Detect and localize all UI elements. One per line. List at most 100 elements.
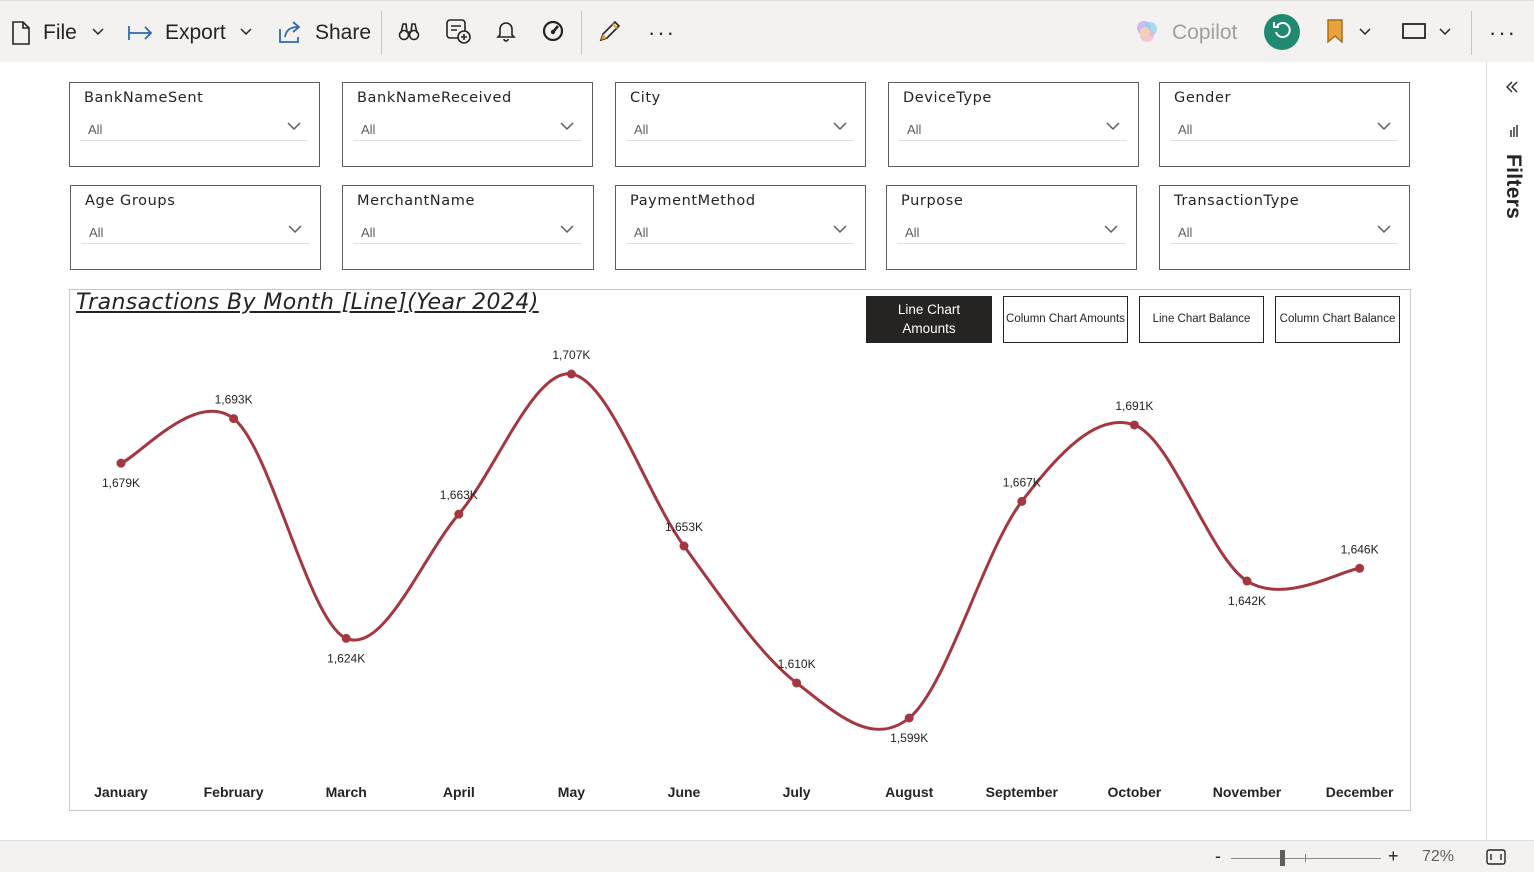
slicer-value: All bbox=[361, 122, 376, 137]
slicer-title: TransactionType bbox=[1174, 193, 1300, 209]
chevron-down-icon bbox=[1358, 24, 1372, 42]
slicer-dropdown[interactable]: All bbox=[353, 216, 581, 244]
slicer-dropdown[interactable]: All bbox=[626, 216, 854, 244]
reset-button[interactable] bbox=[1264, 14, 1300, 50]
share-button[interactable]: Share bbox=[277, 15, 371, 51]
slicer-title: Gender bbox=[1174, 90, 1232, 106]
chevron-down-icon bbox=[1103, 222, 1119, 240]
data-point[interactable] bbox=[904, 713, 914, 723]
data-point[interactable] bbox=[341, 633, 351, 643]
chevron-down-icon bbox=[832, 222, 848, 240]
slicer-dropdown[interactable]: All bbox=[81, 216, 309, 244]
data-label: 1,707K bbox=[552, 348, 590, 362]
slicer-dropdown[interactable]: All bbox=[899, 113, 1127, 141]
data-label: 1,624K bbox=[327, 651, 365, 665]
data-point[interactable] bbox=[116, 458, 126, 468]
data-label: 1,610K bbox=[778, 657, 816, 671]
file-menu[interactable]: File bbox=[10, 15, 105, 51]
x-tick-label: July bbox=[783, 784, 811, 800]
overflow-menu-button[interactable]: ··· bbox=[1489, 15, 1517, 51]
slicer-dropdown[interactable]: All bbox=[1170, 113, 1398, 141]
toolbar-divider bbox=[381, 11, 382, 55]
slicer-value: All bbox=[1178, 122, 1193, 137]
zoom-out-button[interactable]: - bbox=[1215, 846, 1221, 867]
edit-button[interactable] bbox=[597, 15, 623, 51]
x-tick-label: January bbox=[94, 784, 148, 800]
data-point[interactable] bbox=[1355, 563, 1365, 573]
data-label: 1,663K bbox=[440, 488, 478, 502]
copilot-button[interactable]: Copilot bbox=[1134, 15, 1237, 51]
data-point[interactable] bbox=[1242, 576, 1252, 586]
data-label: 1,642K bbox=[1228, 594, 1266, 608]
slicer-dropdown[interactable]: All bbox=[626, 113, 854, 141]
slicer-age-groups: Age Groups All bbox=[70, 185, 321, 270]
zoom-slider-track[interactable] bbox=[1231, 858, 1381, 859]
data-point[interactable] bbox=[1129, 420, 1139, 430]
zoom-in-button[interactable]: + bbox=[1388, 846, 1399, 867]
filters-pane-label[interactable]: Filters bbox=[1501, 154, 1525, 354]
export-label: Export bbox=[165, 21, 226, 44]
view-menu[interactable] bbox=[1401, 15, 1452, 51]
alerts-button[interactable] bbox=[495, 15, 517, 51]
more-options-button[interactable]: ··· bbox=[648, 15, 676, 51]
data-point[interactable] bbox=[1017, 496, 1027, 506]
toolbar-divider bbox=[581, 11, 582, 55]
top-toolbar: File Export Share ··· Copilot ··· bbox=[0, 0, 1534, 62]
data-point[interactable] bbox=[679, 541, 689, 551]
chevron-down-icon bbox=[832, 119, 848, 137]
line-chart-visual[interactable]: Transactions By Month [Line](Year 2024) … bbox=[69, 289, 1411, 811]
slicer-dropdown[interactable]: All bbox=[353, 113, 581, 141]
chevron-down-icon bbox=[287, 222, 303, 240]
slicer-value: All bbox=[907, 122, 922, 137]
data-label: 1,667K bbox=[1003, 475, 1041, 489]
file-label: File bbox=[43, 21, 77, 44]
slicer-banknamereceived: BankNameReceived All bbox=[342, 82, 593, 167]
bookmark-button[interactable] bbox=[1326, 15, 1372, 51]
data-point[interactable] bbox=[792, 678, 802, 688]
export-menu[interactable]: Export bbox=[127, 15, 253, 51]
series-line bbox=[120, 372, 1360, 731]
x-tick-label: August bbox=[885, 784, 934, 800]
chevron-down-icon bbox=[239, 24, 253, 42]
chevron-down-icon bbox=[1438, 24, 1452, 42]
data-point[interactable] bbox=[566, 369, 576, 379]
chevron-down-icon bbox=[1376, 119, 1392, 137]
slicer-dropdown[interactable]: All bbox=[1170, 216, 1398, 244]
x-tick-label: November bbox=[1213, 784, 1282, 800]
add-subscription-icon bbox=[444, 17, 472, 50]
slicer-value: All bbox=[361, 225, 376, 240]
slicer-devicetype: DeviceType All bbox=[888, 82, 1139, 167]
slicer-dropdown[interactable]: All bbox=[80, 113, 308, 141]
slicer-banknamesent: BankNameSent All bbox=[69, 82, 320, 167]
export-icon bbox=[127, 23, 155, 43]
x-tick-label: June bbox=[668, 784, 701, 800]
data-point[interactable] bbox=[454, 509, 464, 519]
x-tick-label: May bbox=[558, 784, 585, 800]
data-label: 1,653K bbox=[665, 520, 703, 534]
copilot-label: Copilot bbox=[1172, 21, 1238, 44]
data-label: 1,693K bbox=[215, 393, 253, 407]
x-tick-label: March bbox=[326, 784, 367, 800]
slicer-value: All bbox=[89, 225, 104, 240]
slicer-value: All bbox=[88, 122, 103, 137]
data-point[interactable] bbox=[229, 414, 239, 424]
x-tick-label: February bbox=[204, 784, 264, 800]
line-chart-plot: 1,679K January 1,693K February 1,624K March 1,… bbox=[94, 348, 1394, 800]
performance-button[interactable] bbox=[541, 15, 565, 51]
slicer-title: Age Groups bbox=[85, 193, 176, 209]
x-tick-label: December bbox=[1326, 784, 1394, 800]
chevron-down-icon bbox=[559, 222, 575, 240]
subscribe-button[interactable] bbox=[444, 15, 472, 51]
chevron-down-icon bbox=[559, 119, 575, 137]
slicer-dropdown[interactable]: All bbox=[897, 216, 1125, 244]
collapse-chevron-icon[interactable] bbox=[1505, 80, 1519, 99]
bell-icon bbox=[495, 19, 517, 48]
reset-icon bbox=[1271, 19, 1293, 46]
binoculars-button[interactable] bbox=[397, 15, 421, 51]
chevron-down-icon bbox=[91, 24, 105, 42]
fit-to-page-icon[interactable] bbox=[1486, 849, 1506, 870]
zoom-slider-thumb[interactable] bbox=[1280, 850, 1285, 866]
share-label: Share bbox=[315, 21, 372, 44]
filters-pane: Filters bbox=[1486, 62, 1534, 840]
filter-icon bbox=[1508, 124, 1520, 143]
